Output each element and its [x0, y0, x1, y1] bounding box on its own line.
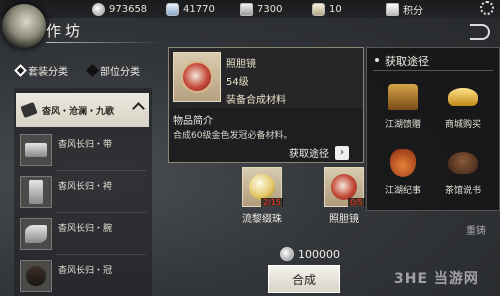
source-link[interactable]: 获取途径 › [289, 145, 349, 160]
source-item[interactable]: 茶馆说书 [435, 146, 491, 196]
resource-coin: 973658 [92, 1, 147, 17]
item-detail-popup: 照胆镜 54级 装备合成材料 物品简介 合成60级金色发冠必备材料。 获取途径 … [168, 47, 364, 163]
divider [56, 212, 146, 213]
mirror-icon [173, 52, 221, 102]
resource-score[interactable]: 积分 [386, 1, 423, 17]
item-level: 54级 [226, 77, 249, 88]
list-item-name: 杳风长归・冠 [58, 266, 113, 276]
item-name: 照胆镜 [226, 59, 256, 70]
tab-slot-category-label: 部位分类 [100, 67, 140, 78]
coin-icon [280, 247, 294, 261]
resource-jade-value: 41770 [183, 3, 215, 15]
diamond-selected-icon [14, 64, 27, 77]
resource-jade: 41770 [166, 1, 215, 17]
tab-slot-category[interactable]: 部位分类 [86, 63, 140, 78]
resource-bar: 973658 41770 7300 10 积分 [0, 0, 500, 18]
moon-emblem-icon [2, 4, 46, 48]
diamond-icon [86, 64, 99, 77]
item-description: 合成60级金色发冠必备材料。 [173, 131, 293, 141]
list-item-name: 杳风长归・腕 [58, 224, 113, 234]
pouch-icon [312, 2, 325, 16]
resource-silver: 7300 [240, 1, 282, 17]
chevron-up-icon[interactable] [132, 102, 145, 115]
material-slot[interactable]: 2/15 流黎缀珠 [232, 167, 292, 225]
scroll-icon [20, 101, 38, 119]
recast-button[interactable]: 重铸 [466, 218, 500, 240]
silver-icon [240, 2, 253, 16]
craft-cost: 100000 [280, 247, 340, 261]
coin-icon [92, 2, 105, 16]
source-item-label: 商城购买 [444, 120, 481, 130]
bullet-icon [375, 58, 379, 62]
pearl-icon: 2/15 [242, 167, 283, 207]
list-item-name: 杳风长归・带 [58, 140, 113, 150]
craft-cost-value: 100000 [298, 247, 340, 261]
source-panel-title: 获取途径 [385, 55, 429, 68]
craft-button[interactable]: 合成 [268, 265, 340, 293]
tab-set-category-label: 套装分类 [28, 67, 68, 78]
list-item-name: 杳风长归・袴 [58, 182, 113, 192]
material-slot[interactable]: 0/5 照胆镜 [314, 167, 374, 225]
material-count: 0/5 [348, 198, 365, 207]
resource-pouch-value: 10 [329, 3, 342, 15]
tab-set-category[interactable]: 套装分类 [14, 63, 68, 78]
material-name: 照胆镜 [329, 214, 359, 225]
chevron-right-icon[interactable]: › [335, 145, 349, 160]
crown-icon [20, 260, 52, 292]
item-type: 装备合成材料 [226, 95, 286, 106]
source-link-label: 获取途径 [289, 149, 329, 160]
ingot-icon [446, 80, 480, 114]
resource-silver-value: 7300 [257, 3, 283, 15]
page-title: 作坊 [46, 22, 85, 40]
material-name: 流黎缀珠 [242, 214, 282, 225]
score-icon [386, 2, 399, 16]
watermark: 3HE 当游网 [394, 271, 479, 287]
list-item[interactable]: 杳风长归・带 [20, 134, 146, 170]
title-divider [46, 42, 164, 43]
material-count: 2/15 [261, 198, 283, 207]
source-panel: 获取途径 江湖馈赠 商城购买 江湖纪事 茶馆说书 [366, 47, 500, 211]
resource-score-label: 积分 [403, 5, 423, 17]
trousers-icon [20, 176, 52, 208]
section-title: 物品简介 [173, 116, 213, 127]
list-item[interactable]: 杳风长归・腕 [20, 218, 146, 254]
mirror-icon: 0/5 [324, 167, 365, 207]
back-icon[interactable] [470, 24, 490, 40]
belt-icon [20, 134, 52, 166]
source-item[interactable]: 商城购买 [435, 80, 491, 130]
teapot-icon [446, 146, 480, 180]
set-group-header[interactable]: 杳风・沧澜・九歌 [16, 93, 149, 127]
divider [56, 170, 146, 171]
pouch-icon [386, 146, 420, 180]
source-item-label: 江湖馈赠 [384, 120, 421, 130]
resource-pouch: 10 [312, 1, 342, 17]
list-item[interactable]: 杳风长归・袴 [20, 176, 146, 212]
resource-coin-value: 973658 [109, 3, 148, 15]
source-item[interactable]: 江湖纪事 [375, 146, 431, 196]
divider [373, 70, 493, 71]
chest-icon [386, 80, 420, 114]
set-group-name: 杳风・沧澜・九歌 [42, 106, 115, 117]
source-item[interactable]: 江湖馈赠 [375, 80, 431, 130]
list-item[interactable]: 杳风长归・冠 [20, 260, 146, 296]
source-item-label: 江湖纪事 [384, 186, 421, 196]
bracer-icon [20, 218, 52, 250]
jade-icon [166, 2, 179, 16]
gear-icon[interactable] [480, 1, 494, 15]
source-item-label: 茶馆说书 [444, 186, 481, 196]
divider [56, 254, 146, 255]
